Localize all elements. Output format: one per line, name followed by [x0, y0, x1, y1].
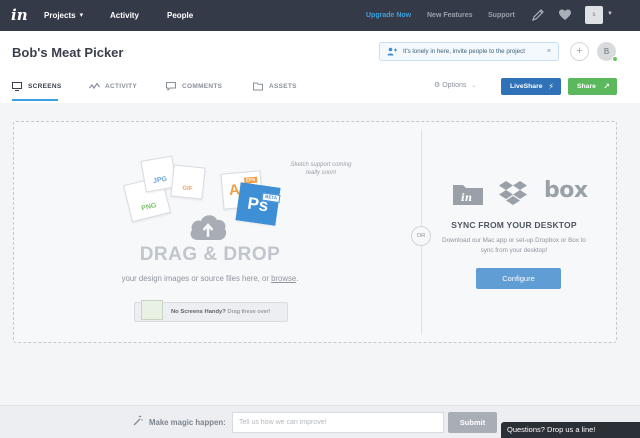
browse-link[interactable]: browse	[271, 274, 296, 283]
drag-drop-subtitle-text: your design images or source files here,…	[121, 274, 272, 283]
or-separator: OR	[411, 226, 431, 246]
file-card-ps: Ps BETA	[235, 182, 281, 226]
drag-drop-subtitle-end: .	[296, 274, 299, 283]
chevron-down-icon[interactable]: ▼	[607, 11, 613, 17]
support-link[interactable]: Support	[488, 0, 515, 31]
sync-services-icons: in box	[452, 178, 588, 208]
pen-icon[interactable]	[531, 8, 545, 22]
dropbox-icon	[499, 181, 527, 205]
invision-folder-icon: in	[453, 185, 483, 205]
invision-logo-icon[interactable]: in	[11, 5, 29, 25]
nav-people[interactable]: People	[167, 0, 193, 31]
no-screens-text: Drag these over!	[225, 309, 271, 315]
feedback-input[interactable]	[232, 412, 444, 433]
file-card-gif: GIF	[170, 164, 206, 200]
heart-icon[interactable]	[558, 8, 572, 22]
liveshare-label: LiveShare	[510, 83, 543, 90]
activity-icon	[89, 82, 100, 90]
svg-text:in: in	[461, 193, 472, 204]
tab-screens[interactable]: SCREENS	[12, 79, 62, 101]
project-title: Bob's Meat Picker	[12, 45, 124, 60]
invite-text: It's lonely in here, invite people to th…	[403, 48, 525, 55]
share-label: Share	[577, 83, 596, 90]
active-tab-indicator	[12, 99, 58, 101]
sample-screen-thumbnail	[141, 300, 163, 320]
sync-description: Download our Mac app or set-up Dropbox o…	[442, 237, 586, 254]
invite-people-icon	[387, 47, 397, 56]
file-card-jpg-label: JPG	[152, 175, 168, 186]
cloud-upload-icon	[190, 215, 227, 240]
screens-icon	[12, 82, 22, 91]
magic-wand-icon	[133, 415, 143, 426]
nav-activity[interactable]: Activity	[110, 0, 139, 31]
share-arrow-icon: ↗	[603, 82, 610, 91]
top-navbar: in Projects ▾ Activity People Upgrade Now…	[0, 0, 640, 31]
sync-title: SYNC FROM YOUR DESKTOP	[451, 220, 577, 230]
drag-drop-title: DRAG & DROP	[139, 244, 281, 265]
chat-widget-tab[interactable]: Questions? Drop us a line!	[501, 422, 640, 438]
sample-screens-draggable[interactable]: No Screens Handy? Drag these over!	[134, 300, 288, 322]
close-icon[interactable]: ×	[547, 43, 551, 60]
online-status-dot	[612, 56, 618, 62]
box-logo-icon: box	[544, 178, 588, 203]
no-screens-bold: No Screens Handy?	[171, 309, 226, 315]
nav-projects-label: Projects	[44, 11, 76, 20]
user-avatar[interactable]: s	[585, 6, 603, 24]
submit-feedback-button[interactable]: Submit	[448, 412, 497, 433]
comments-icon	[166, 82, 176, 91]
configure-button[interactable]: Configure	[476, 268, 561, 289]
lightning-icon: ⚡	[548, 82, 554, 91]
feedback-label: Make magic happen:	[149, 418, 226, 427]
tab-comments[interactable]: COMMENTS	[166, 79, 222, 101]
sketch-support-note: Sketch support coming really soon!	[290, 162, 352, 176]
upload-dropzone[interactable]	[13, 121, 617, 343]
new-features-link[interactable]: New Features	[427, 0, 473, 31]
upgrade-now-link[interactable]: Upgrade Now	[366, 0, 411, 31]
chevron-down-icon: ⌄	[471, 83, 477, 89]
options-dropdown[interactable]: ⚙ Options ⌄	[434, 81, 476, 89]
gear-icon: ⚙	[434, 82, 441, 89]
nav-projects[interactable]: Projects ▾	[44, 0, 83, 31]
tab-assets[interactable]: ASSETS	[253, 79, 297, 101]
chevron-down-icon: ▾	[79, 12, 84, 19]
file-card-png-label: PNG	[140, 202, 158, 213]
tab-activity[interactable]: ACTIVITY	[89, 79, 137, 101]
share-button[interactable]: Share ↗	[568, 78, 617, 95]
folder-icon	[253, 82, 263, 91]
invite-banner[interactable]: It's lonely in here, invite people to th…	[379, 42, 559, 61]
file-card-gif-label: GIF	[181, 185, 193, 193]
add-member-button[interactable]: +	[570, 42, 589, 61]
drag-drop-subtitle: your design images or source files here,…	[95, 274, 325, 283]
options-label: Options	[442, 82, 467, 89]
liveshare-button[interactable]: LiveShare ⚡	[501, 78, 561, 95]
